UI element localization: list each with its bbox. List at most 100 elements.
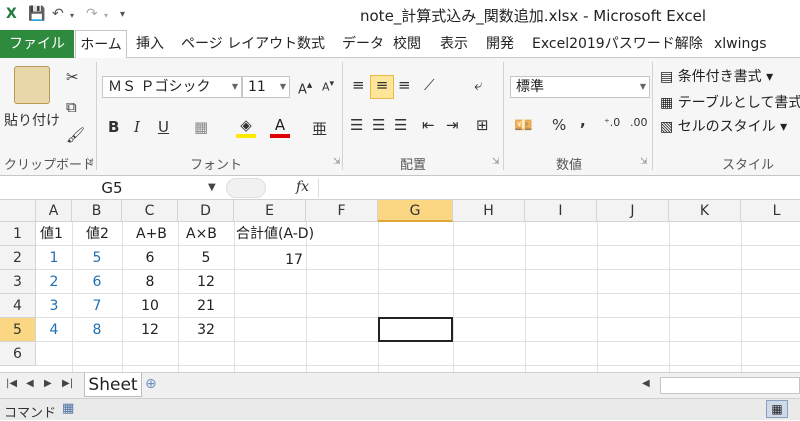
- fill-color-icon[interactable]: ◈: [236, 116, 256, 138]
- cell-e1[interactable]: 合計値(A-D): [236, 223, 314, 246]
- cell-c2[interactable]: 6: [122, 247, 178, 270]
- cell-styles-button[interactable]: ▧ セルのスタイル ▾: [660, 116, 787, 136]
- save-icon[interactable]: 💾: [28, 6, 45, 22]
- customize-toolbar-icon[interactable]: ▾: [120, 9, 125, 20]
- tab-page-layout[interactable]: ページ レイアウト: [181, 30, 297, 58]
- tab-file[interactable]: ファイル: [0, 30, 74, 58]
- clipboard-launcher-icon[interactable]: ⇲: [86, 157, 94, 167]
- percent-button[interactable]: %: [552, 116, 566, 134]
- tab-xlwings[interactable]: xlwings: [714, 30, 767, 58]
- cell-c1[interactable]: A+B: [136, 223, 167, 246]
- tab-developer[interactable]: 開発: [486, 30, 514, 58]
- orientation-icon[interactable]: ⟋: [424, 76, 435, 94]
- align-center-icon[interactable]: ☰: [372, 116, 385, 134]
- scroll-left-icon[interactable]: ◀: [642, 378, 650, 389]
- next-sheet-icon[interactable]: ▶: [44, 378, 52, 389]
- column-header-h[interactable]: H: [453, 200, 525, 222]
- cell-a1[interactable]: 値1: [40, 223, 63, 246]
- tab-home[interactable]: ホーム: [75, 30, 127, 59]
- cell-a5[interactable]: 4: [36, 319, 72, 342]
- comma-button[interactable]: ,: [580, 112, 586, 130]
- insert-function-icon[interactable]: fx: [296, 179, 309, 195]
- column-header-e[interactable]: E: [234, 200, 306, 222]
- name-box[interactable]: G5: [2, 178, 222, 198]
- column-header-d[interactable]: D: [178, 200, 234, 222]
- row-header-6[interactable]: 6: [0, 342, 36, 366]
- font-color-icon[interactable]: A: [270, 116, 290, 138]
- underline-button[interactable]: U: [158, 118, 169, 136]
- phonetic-icon[interactable]: 亜: [312, 118, 327, 139]
- column-header-g[interactable]: G: [378, 200, 453, 222]
- row-header-1[interactable]: 1: [0, 222, 36, 246]
- tab-insert[interactable]: 挿入: [136, 30, 164, 58]
- formula-input[interactable]: [318, 178, 798, 198]
- bold-button[interactable]: B: [108, 118, 119, 136]
- column-header-b[interactable]: B: [72, 200, 122, 222]
- cell-a2[interactable]: 1: [36, 247, 72, 270]
- align-top-icon[interactable]: ≡: [352, 76, 365, 94]
- font-launcher-icon[interactable]: ⇲: [333, 157, 341, 167]
- cell-b1[interactable]: 値2: [86, 223, 109, 246]
- first-sheet-icon[interactable]: |◀: [6, 378, 17, 389]
- insert-sheet-icon[interactable]: ⊕: [145, 376, 157, 392]
- column-header-k[interactable]: K: [669, 200, 741, 222]
- font-name-dropdown[interactable]: ＭＳ Ｐゴシック ▼: [102, 76, 242, 98]
- paste-icon[interactable]: [14, 66, 50, 104]
- column-header-i[interactable]: I: [525, 200, 597, 222]
- formula-bar-splitter[interactable]: [226, 178, 266, 198]
- increase-indent-icon[interactable]: ⇥: [446, 116, 459, 134]
- border-icon[interactable]: ▦: [194, 118, 208, 136]
- undo-dropdown-icon[interactable]: ▾: [70, 11, 74, 20]
- cell-d1[interactable]: A×B: [186, 223, 217, 246]
- alignment-launcher-icon[interactable]: ⇲: [492, 157, 500, 167]
- column-header-l[interactable]: L: [741, 200, 800, 222]
- cell-b2[interactable]: 5: [72, 247, 122, 270]
- row-header-2[interactable]: 2: [0, 246, 36, 270]
- decrease-indent-icon[interactable]: ⇤: [422, 116, 435, 134]
- active-cell-g5[interactable]: [378, 317, 453, 342]
- format-as-table-button[interactable]: ▦ テーブルとして書式設: [660, 92, 800, 112]
- copy-icon[interactable]: ⧉: [66, 98, 77, 116]
- tab-view[interactable]: 表示: [440, 30, 468, 58]
- name-box-dropdown-icon[interactable]: ▼: [208, 182, 216, 193]
- column-header-a[interactable]: A: [36, 200, 72, 222]
- wrap-text-icon[interactable]: ⤶: [474, 76, 482, 94]
- font-size-dropdown[interactable]: 11 ▼: [242, 76, 290, 98]
- cell-b4[interactable]: 7: [72, 295, 122, 318]
- row-header-5[interactable]: 5: [0, 318, 36, 342]
- tab-data[interactable]: データ: [342, 30, 384, 58]
- currency-icon[interactable]: 💴: [514, 116, 533, 134]
- merge-center-icon[interactable]: ⊞: [476, 116, 489, 134]
- format-painter-icon[interactable]: 🖌: [66, 126, 85, 144]
- decrease-decimal-icon[interactable]: .00: [630, 116, 648, 129]
- redo-icon[interactable]: ↷: [86, 6, 98, 22]
- normal-view-icon[interactable]: ▦: [766, 400, 788, 418]
- cell-d3[interactable]: 12: [178, 271, 234, 294]
- column-header-c[interactable]: C: [122, 200, 178, 222]
- cell-d5[interactable]: 32: [178, 319, 234, 342]
- last-sheet-icon[interactable]: ▶|: [62, 378, 73, 389]
- column-header-f[interactable]: F: [306, 200, 378, 222]
- row-header-4[interactable]: 4: [0, 294, 36, 318]
- cell-b3[interactable]: 6: [72, 271, 122, 294]
- cell-c3[interactable]: 8: [122, 271, 178, 294]
- cell-e2[interactable]: 17: [258, 249, 330, 272]
- cell-d2[interactable]: 5: [178, 247, 234, 270]
- tab-review[interactable]: 校閲: [393, 30, 421, 58]
- sheet-tab[interactable]: Sheet: [84, 373, 142, 397]
- cell-b5[interactable]: 8: [72, 319, 122, 342]
- italic-button[interactable]: I: [134, 118, 140, 136]
- number-format-dropdown[interactable]: 標準 ▼: [510, 76, 650, 98]
- tab-formulas[interactable]: 数式: [297, 30, 325, 58]
- row-header-3[interactable]: 3: [0, 270, 36, 294]
- grow-font-icon[interactable]: A▴: [298, 78, 312, 97]
- paste-button[interactable]: 貼り付け: [4, 110, 60, 130]
- cell-d4[interactable]: 21: [178, 295, 234, 318]
- align-bottom-icon[interactable]: ≡: [398, 76, 411, 94]
- macro-record-icon[interactable]: ▦: [62, 401, 74, 416]
- align-right-icon[interactable]: ☰: [394, 116, 407, 134]
- redo-dropdown-icon[interactable]: ▾: [104, 11, 108, 20]
- cell-a4[interactable]: 3: [36, 295, 72, 318]
- prev-sheet-icon[interactable]: ◀: [26, 378, 34, 389]
- align-middle-icon[interactable]: ≡: [370, 75, 394, 99]
